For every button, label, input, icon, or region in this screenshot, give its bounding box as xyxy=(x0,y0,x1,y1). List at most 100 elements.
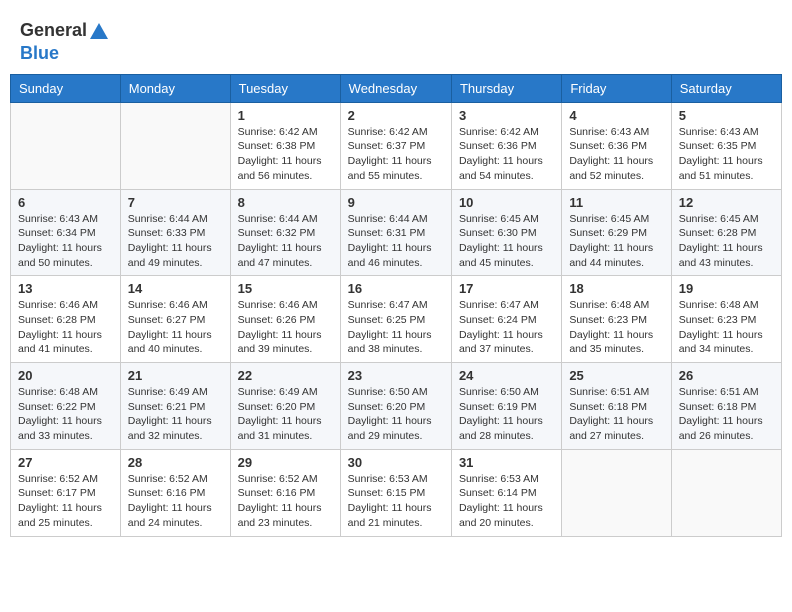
day-cell: 1 Sunrise: 6:42 AM Sunset: 6:38 PM Daylig… xyxy=(230,102,340,189)
week-row-1: 1 Sunrise: 6:42 AM Sunset: 6:38 PM Daylig… xyxy=(11,102,782,189)
day-info: Sunrise: 6:52 AM Sunset: 6:16 PM Dayligh… xyxy=(128,472,223,531)
week-row-2: 6 Sunrise: 6:43 AM Sunset: 6:34 PM Daylig… xyxy=(11,189,782,276)
day-info: Sunrise: 6:50 AM Sunset: 6:20 PM Dayligh… xyxy=(348,385,444,444)
day-info: Sunrise: 6:47 AM Sunset: 6:25 PM Dayligh… xyxy=(348,298,444,357)
week-row-4: 20 Sunrise: 6:48 AM Sunset: 6:22 PM Dayli… xyxy=(11,363,782,450)
day-number: 25 xyxy=(569,368,663,383)
day-number: 20 xyxy=(18,368,113,383)
day-cell: 28Sunrise: 6:52 AM Sunset: 6:16 PM Dayli… xyxy=(120,449,230,536)
day-info: Sunrise: 6:51 AM Sunset: 6:18 PM Dayligh… xyxy=(569,385,663,444)
day-info: Sunrise: 6:44 AM Sunset: 6:32 PM Dayligh… xyxy=(238,212,333,271)
day-cell: 15 Sunrise: 6:46 AM Sunset: 6:26 PM Dayli… xyxy=(230,276,340,363)
logo-text: General Blue xyxy=(20,20,111,64)
day-info: Sunrise: 6:47 AM Sunset: 6:24 PM Dayligh… xyxy=(459,298,554,357)
day-cell: 6 Sunrise: 6:43 AM Sunset: 6:34 PM Daylig… xyxy=(11,189,121,276)
day-cell: 25 Sunrise: 6:51 AM Sunset: 6:18 PM Dayli… xyxy=(562,363,671,450)
day-info: Sunrise: 6:50 AM Sunset: 6:19 PM Dayligh… xyxy=(459,385,554,444)
day-info: Sunrise: 6:43 AM Sunset: 6:36 PM Dayligh… xyxy=(569,125,663,184)
calendar-table: SundayMondayTuesdayWednesdayThursdayFrid… xyxy=(10,74,782,537)
col-header-thursday: Thursday xyxy=(451,74,561,102)
day-number: 23 xyxy=(348,368,444,383)
day-info: Sunrise: 6:52 AM Sunset: 6:16 PM Dayligh… xyxy=(238,472,333,531)
page-header: General Blue xyxy=(10,10,782,69)
day-info: Sunrise: 6:49 AM Sunset: 6:21 PM Dayligh… xyxy=(128,385,223,444)
day-cell: 18 Sunrise: 6:48 AM Sunset: 6:23 PM Dayli… xyxy=(562,276,671,363)
day-info: Sunrise: 6:46 AM Sunset: 6:26 PM Dayligh… xyxy=(238,298,333,357)
day-info: Sunrise: 6:53 AM Sunset: 6:14 PM Dayligh… xyxy=(459,472,554,531)
day-cell: 26 Sunrise: 6:51 AM Sunset: 6:18 PM Dayli… xyxy=(671,363,781,450)
day-info: Sunrise: 6:48 AM Sunset: 6:23 PM Dayligh… xyxy=(569,298,663,357)
day-info: Sunrise: 6:44 AM Sunset: 6:33 PM Dayligh… xyxy=(128,212,223,271)
day-cell: 30Sunrise: 6:53 AM Sunset: 6:15 PM Dayli… xyxy=(340,449,451,536)
day-number: 7 xyxy=(128,195,223,210)
day-number: 3 xyxy=(459,108,554,123)
col-header-sunday: Sunday xyxy=(11,74,121,102)
col-header-tuesday: Tuesday xyxy=(230,74,340,102)
week-row-3: 13 Sunrise: 6:46 AM Sunset: 6:28 PM Dayli… xyxy=(11,276,782,363)
day-cell xyxy=(562,449,671,536)
day-cell xyxy=(11,102,121,189)
day-number: 26 xyxy=(679,368,774,383)
day-info: Sunrise: 6:53 AM Sunset: 6:15 PM Dayligh… xyxy=(348,472,444,531)
day-cell xyxy=(671,449,781,536)
day-number: 15 xyxy=(238,281,333,296)
day-cell: 7 Sunrise: 6:44 AM Sunset: 6:33 PM Daylig… xyxy=(120,189,230,276)
day-info: Sunrise: 6:44 AM Sunset: 6:31 PM Dayligh… xyxy=(348,212,444,271)
col-header-wednesday: Wednesday xyxy=(340,74,451,102)
day-number: 10 xyxy=(459,195,554,210)
day-cell xyxy=(120,102,230,189)
day-cell: 16 Sunrise: 6:47 AM Sunset: 6:25 PM Dayli… xyxy=(340,276,451,363)
day-cell: 4Sunrise: 6:43 AM Sunset: 6:36 PM Daylig… xyxy=(562,102,671,189)
day-number: 22 xyxy=(238,368,333,383)
day-number: 8 xyxy=(238,195,333,210)
day-info: Sunrise: 6:46 AM Sunset: 6:28 PM Dayligh… xyxy=(18,298,113,357)
day-cell: 3 Sunrise: 6:42 AM Sunset: 6:36 PM Daylig… xyxy=(451,102,561,189)
day-cell: 9Sunrise: 6:44 AM Sunset: 6:31 PM Daylig… xyxy=(340,189,451,276)
day-cell: 21 Sunrise: 6:49 AM Sunset: 6:21 PM Dayli… xyxy=(120,363,230,450)
day-cell: 5 Sunrise: 6:43 AM Sunset: 6:35 PM Daylig… xyxy=(671,102,781,189)
day-number: 19 xyxy=(679,281,774,296)
calendar-header-row: SundayMondayTuesdayWednesdayThursdayFrid… xyxy=(11,74,782,102)
day-info: Sunrise: 6:43 AM Sunset: 6:35 PM Dayligh… xyxy=(679,125,774,184)
day-number: 21 xyxy=(128,368,223,383)
day-number: 1 xyxy=(238,108,333,123)
col-header-saturday: Saturday xyxy=(671,74,781,102)
day-cell: 20 Sunrise: 6:48 AM Sunset: 6:22 PM Dayli… xyxy=(11,363,121,450)
day-number: 5 xyxy=(679,108,774,123)
day-info: Sunrise: 6:42 AM Sunset: 6:38 PM Dayligh… xyxy=(238,125,333,184)
week-row-5: 27 Sunrise: 6:52 AM Sunset: 6:17 PM Dayli… xyxy=(11,449,782,536)
day-number: 16 xyxy=(348,281,444,296)
day-info: Sunrise: 6:48 AM Sunset: 6:23 PM Dayligh… xyxy=(679,298,774,357)
logo-general: General xyxy=(20,20,87,40)
day-info: Sunrise: 6:43 AM Sunset: 6:34 PM Dayligh… xyxy=(18,212,113,271)
day-number: 18 xyxy=(569,281,663,296)
day-number: 2 xyxy=(348,108,444,123)
day-number: 6 xyxy=(18,195,113,210)
day-cell: 27 Sunrise: 6:52 AM Sunset: 6:17 PM Dayli… xyxy=(11,449,121,536)
day-cell: 11Sunrise: 6:45 AM Sunset: 6:29 PM Dayli… xyxy=(562,189,671,276)
day-number: 24 xyxy=(459,368,554,383)
day-number: 14 xyxy=(128,281,223,296)
day-cell: 17 Sunrise: 6:47 AM Sunset: 6:24 PM Dayli… xyxy=(451,276,561,363)
day-info: Sunrise: 6:42 AM Sunset: 6:36 PM Dayligh… xyxy=(459,125,554,184)
day-info: Sunrise: 6:49 AM Sunset: 6:20 PM Dayligh… xyxy=(238,385,333,444)
day-cell: 13 Sunrise: 6:46 AM Sunset: 6:28 PM Dayli… xyxy=(11,276,121,363)
day-number: 27 xyxy=(18,455,113,470)
day-number: 31 xyxy=(459,455,554,470)
day-info: Sunrise: 6:45 AM Sunset: 6:29 PM Dayligh… xyxy=(569,212,663,271)
day-number: 17 xyxy=(459,281,554,296)
day-cell: 10 Sunrise: 6:45 AM Sunset: 6:30 PM Dayli… xyxy=(451,189,561,276)
day-info: Sunrise: 6:48 AM Sunset: 6:22 PM Dayligh… xyxy=(18,385,113,444)
day-cell: 8 Sunrise: 6:44 AM Sunset: 6:32 PM Daylig… xyxy=(230,189,340,276)
day-info: Sunrise: 6:51 AM Sunset: 6:18 PM Dayligh… xyxy=(679,385,774,444)
day-cell: 24 Sunrise: 6:50 AM Sunset: 6:19 PM Dayli… xyxy=(451,363,561,450)
day-cell: 2Sunrise: 6:42 AM Sunset: 6:37 PM Daylig… xyxy=(340,102,451,189)
day-info: Sunrise: 6:52 AM Sunset: 6:17 PM Dayligh… xyxy=(18,472,113,531)
day-info: Sunrise: 6:45 AM Sunset: 6:30 PM Dayligh… xyxy=(459,212,554,271)
day-cell: 14Sunrise: 6:46 AM Sunset: 6:27 PM Dayli… xyxy=(120,276,230,363)
day-cell: 12Sunrise: 6:45 AM Sunset: 6:28 PM Dayli… xyxy=(671,189,781,276)
logo-blue: Blue xyxy=(20,43,59,63)
day-number: 13 xyxy=(18,281,113,296)
day-info: Sunrise: 6:45 AM Sunset: 6:28 PM Dayligh… xyxy=(679,212,774,271)
day-cell: 31 Sunrise: 6:53 AM Sunset: 6:14 PM Dayli… xyxy=(451,449,561,536)
